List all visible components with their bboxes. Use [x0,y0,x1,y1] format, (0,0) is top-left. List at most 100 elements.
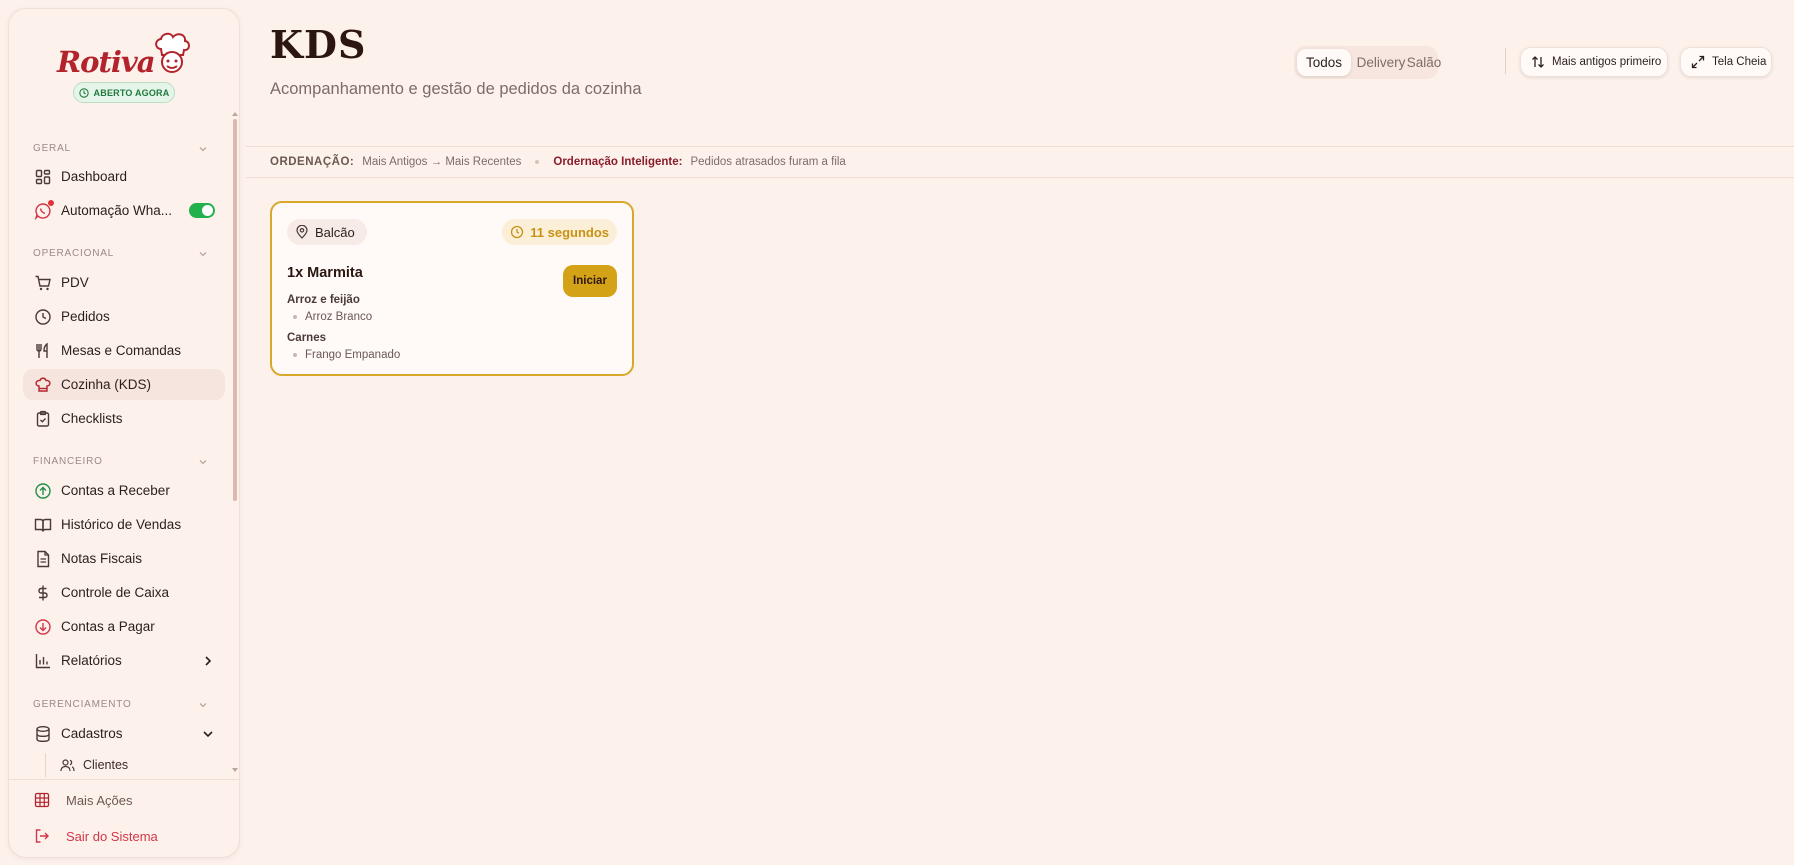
filter-delivery[interactable]: Delivery [1354,49,1408,76]
order-item-name: 1x Marmita [287,265,363,281]
option-value: Arroz Branco [293,311,372,323]
sidebar-item-dashboard[interactable]: Dashboard [23,161,225,192]
section-operacional[interactable]: OPERACIONAL [33,248,114,259]
sidebar-item-caixa[interactable]: Controle de Caixa [23,577,225,608]
sidebar-item-historico[interactable]: Histórico de Vendas [23,509,225,540]
sidebar-item-label: Controle de Caixa [61,585,170,600]
scroll-down-arrow[interactable] [232,768,238,772]
smart-ordering-value: Pedidos atrasados furam a fila [690,156,846,168]
smart-ordering-label: Ordernação Inteligente: [553,156,683,168]
section-gerenciamento[interactable]: GERENCIAMENTO [33,699,132,710]
sidebar-item-checklists[interactable]: Checklists [23,403,225,434]
book-open-icon [34,518,52,532]
chevron-down-icon[interactable] [197,248,209,260]
file-text-icon [37,550,50,567]
users-icon [60,758,75,771]
sidebar: Rotiva ABERTO AGORA GERAL Dashboard Auto [8,8,240,858]
location-label: Balcão [315,224,355,240]
chevron-down-icon[interactable] [197,456,209,468]
sidebar-subitem-label: Clientes [83,758,129,772]
more-actions-button[interactable]: Mais Ações [23,785,225,815]
section-geral[interactable]: GERAL [33,143,71,154]
sidebar-item-label: PDV [61,275,89,290]
sidebar-item-label: Relatórios [61,653,122,668]
bullet [293,315,297,319]
elapsed-time-chip: 11 segundos [502,219,617,245]
fullscreen-button[interactable]: Tela Cheia [1680,47,1772,77]
maximize-icon [1691,55,1705,69]
start-button[interactable]: Iniciar [563,265,617,297]
separator-dot [535,160,540,164]
sidebar-item-cozinha[interactable]: Cozinha (KDS) [23,369,225,400]
sidebar-item-contas-receber[interactable]: Contas a Receber [23,475,225,506]
clock-icon [511,225,524,239]
order-card[interactable]: Balcão 11 segundos 1x Marmita Iniciar Ar… [270,201,634,376]
sidebar-scrollbar[interactable] [233,119,237,501]
sidebar-item-label: Contas a Pagar [61,619,155,634]
sidebar-item-pdv[interactable]: PDV [23,267,225,298]
ordering-info-bar: ORDENAÇÃO: Mais Antigos → Mais Recentes … [246,146,1794,178]
sidebar-item-notas[interactable]: Notas Fiscais [23,543,225,574]
more-actions-label: Mais Ações [66,792,133,808]
clipboard-icon [36,410,50,427]
sidebar-nav: GERAL Dashboard Automação Wha... OPERACI… [9,121,231,777]
utensils-icon [36,342,48,358]
section-financeiro[interactable]: FINANCEIRO [33,456,103,467]
notification-dot [48,199,54,206]
page-title: KDS [270,22,367,67]
sidebar-item-pedidos[interactable]: Pedidos [23,301,225,332]
sidebar-item-label: Automação Wha... [61,203,173,218]
sidebar-item-label: Checklists [61,411,123,426]
grid-icon [34,792,50,808]
header-divider [1505,48,1506,74]
filter-segmented-control: Todos Delivery Salão [1294,46,1441,79]
brand-area: Rotiva ABERTO AGORA [9,9,239,105]
chevron-right-icon [205,655,212,666]
logo-text: Rotiva [57,45,155,79]
chevron-down-icon [203,730,213,737]
status-badge-label: ABERTO AGORA [93,87,170,98]
elapsed-time-label: 11 segundos [530,224,609,240]
dollar-icon [38,585,48,600]
sidebar-item-whatsapp[interactable]: Automação Wha... [23,195,225,226]
option-value-label: Frango Empanado [305,349,401,361]
logout-icon [35,829,49,843]
filter-salao[interactable]: Salão [1406,49,1442,76]
chevron-down-icon[interactable] [197,143,209,155]
sidebar-item-label: Pedidos [61,309,110,324]
dashboard-icon [35,169,51,184]
option-value: Frango Empanado [293,349,400,361]
scroll-up-arrow[interactable] [232,112,238,116]
logo[interactable]: Rotiva [57,23,197,81]
chevron-down-icon[interactable] [197,699,209,711]
arrow-down-circle-icon [35,618,51,635]
sidebar-item-label: Dashboard [61,169,128,184]
fullscreen-button-label: Tela Cheia [1712,56,1767,68]
filter-todos[interactable]: Todos [1297,49,1351,76]
sidebar-item-label: Notas Fiscais [61,551,143,566]
sidebar-item-relatorios[interactable]: Relatórios [23,645,225,676]
status-badge: ABERTO AGORA [73,82,175,103]
bullet [293,353,297,357]
sidebar-item-label: Contas a Receber [61,483,170,498]
chef-hat-icon [35,377,51,392]
logout-button[interactable]: Sair do Sistema [23,821,225,851]
sort-button[interactable]: Mais antigos primeiro [1520,47,1668,77]
sidebar-subitem-clientes[interactable]: Clientes [45,753,225,777]
ordering-label: ORDENAÇÃO: [270,156,355,168]
main-content: KDS Acompanhamento e gestão de pedidos d… [246,0,1794,865]
sort-button-label: Mais antigos primeiro [1552,56,1662,68]
sidebar-item-cadastros[interactable]: Cadastros [23,718,225,749]
page-subtitle: Acompanhamento e gestão de pedidos da co… [270,80,642,98]
sidebar-item-mesas[interactable]: Mesas e Comandas [23,335,225,366]
clock-icon [35,308,51,325]
map-pin-icon [296,225,308,239]
sidebar-item-label: Histórico de Vendas [61,517,182,532]
whatsapp-toggle[interactable] [189,203,215,218]
sidebar-item-label: Cadastros [61,726,123,741]
sidebar-item-label: Mesas e Comandas [61,343,182,358]
database-icon [36,725,50,742]
sidebar-item-contas-pagar[interactable]: Contas a Pagar [23,611,225,642]
sidebar-footer: Mais Ações Sair do Sistema [9,779,239,857]
location-chip: Balcão [287,219,367,245]
